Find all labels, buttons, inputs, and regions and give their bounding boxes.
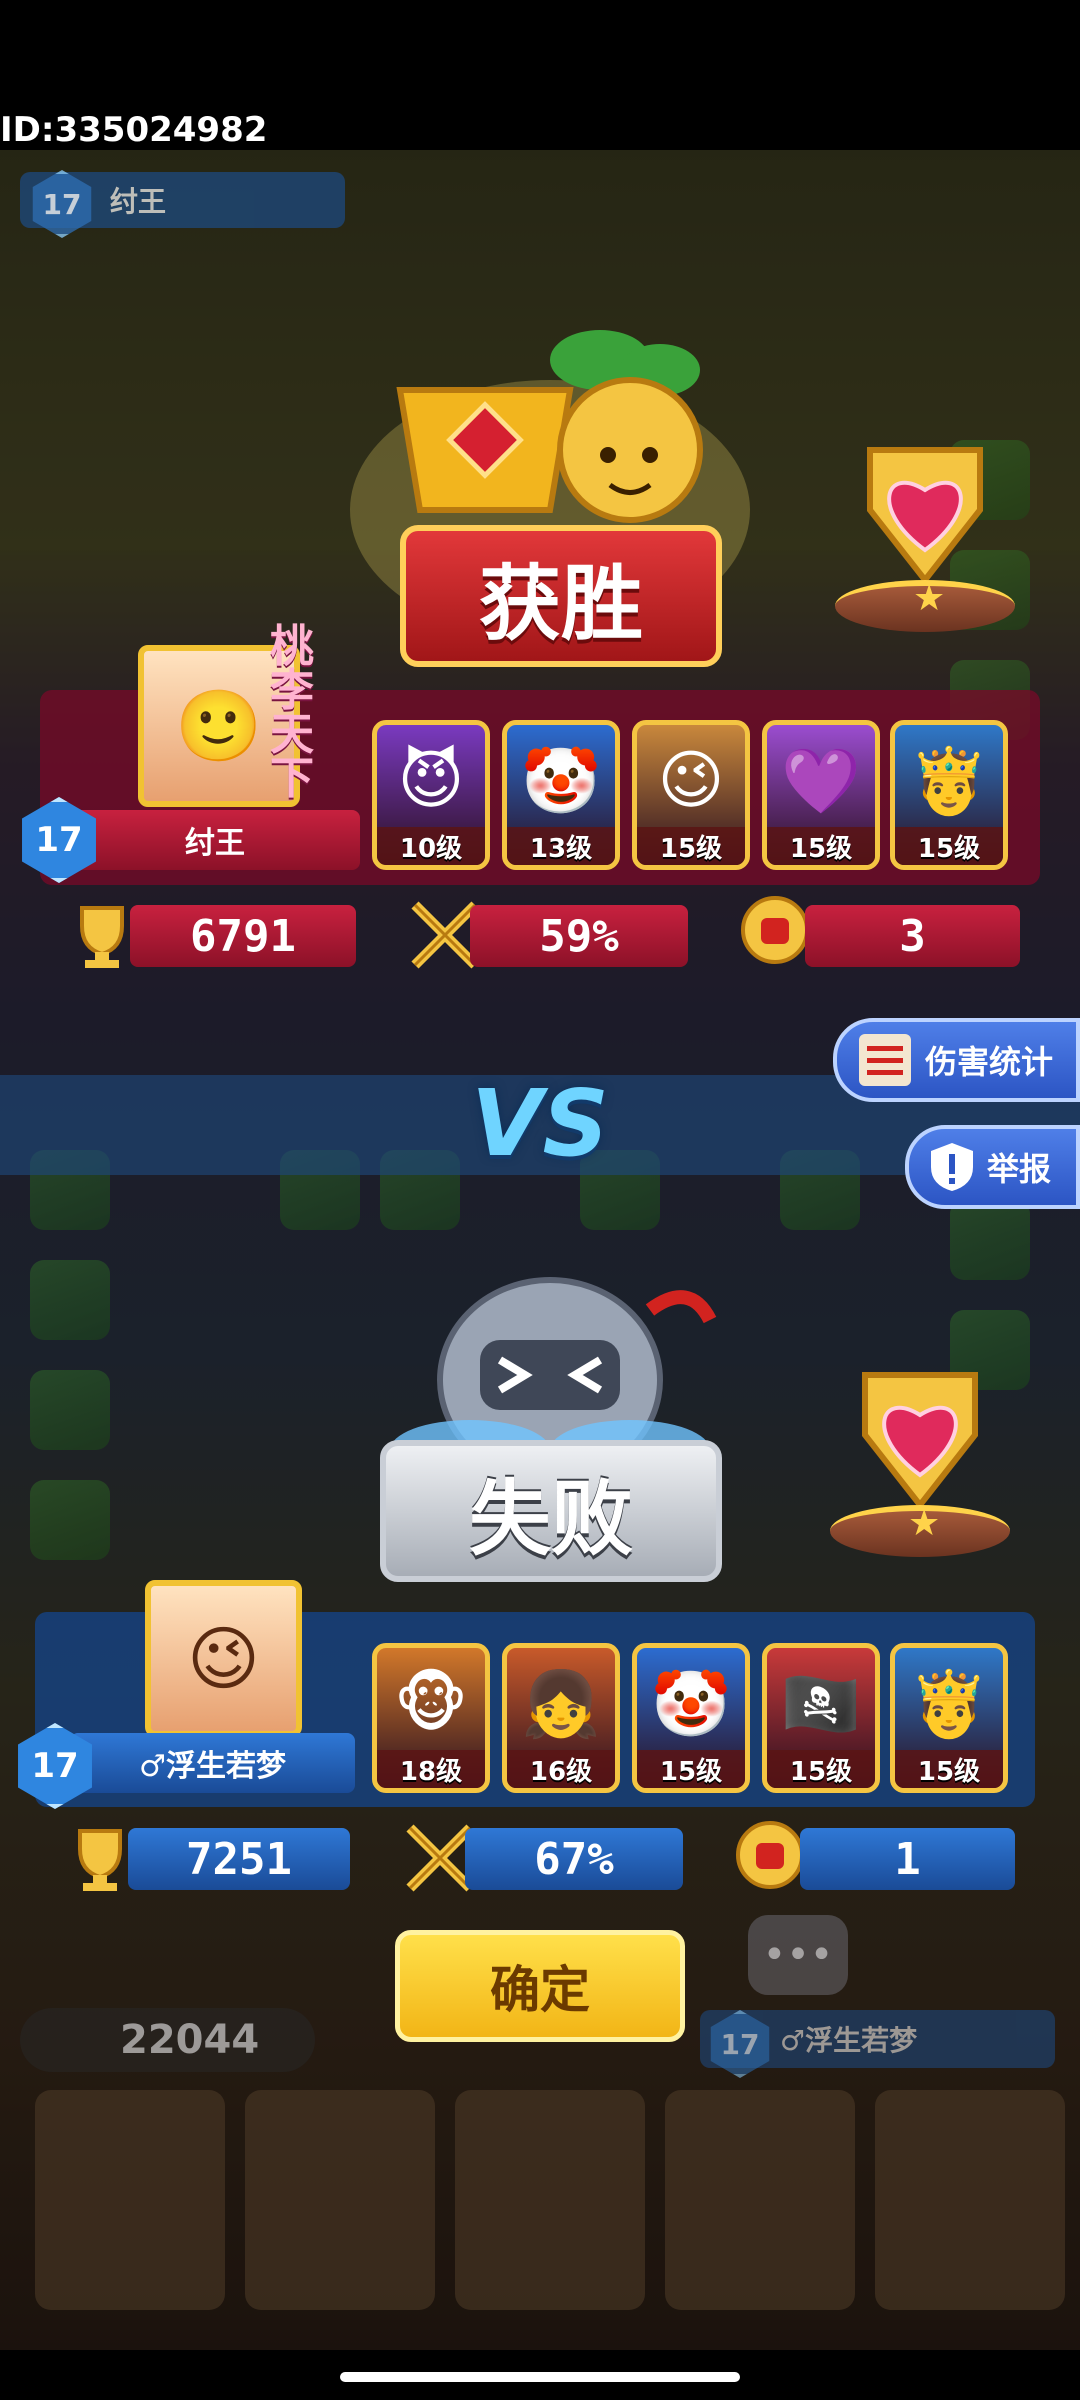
hero-level-label: 15级 [767,1750,875,1788]
hero-portrait: 🐵 [394,1667,468,1741]
mvp-fist-icon [735,890,815,970]
heart-shield-trophy-winner: ★ [835,430,1015,632]
winner-mvp-count: 3 [805,905,1020,967]
hero-portrait: 😉 [657,744,725,818]
hero-card[interactable]: 🤡 15级 [632,1643,750,1793]
winner-trophy-count: 6791 [130,905,356,967]
confirm-button[interactable]: 确定 [395,1930,685,2042]
loser-win-rate: 67% [465,1828,683,1890]
star-icon: ★ [908,1503,941,1544]
hero-card[interactable]: 😈 10级 [372,720,490,870]
background-hero-card [665,2090,855,2310]
report-button[interactable]: 举报 [905,1125,1080,1209]
hero-level-label: 15级 [895,827,1003,865]
hero-level-label: 15级 [637,827,745,865]
hero-level-label: 13级 [507,827,615,865]
winner-win-rate: 59% [470,905,688,967]
hero-portrait: 👧 [521,1667,601,1742]
winner-name-bar: 纣王 [70,810,360,870]
loser-avatar[interactable]: 😉 [145,1580,302,1737]
damage-stats-button[interactable]: 伤害统计 [833,1018,1080,1102]
background-hero-card [35,2090,225,2310]
hero-level-label: 18级 [377,1750,485,1788]
hero-card[interactable]: 🤡 13级 [502,720,620,870]
background-coin-count: 22044 [120,2017,260,2063]
background-hero-card [875,2090,1065,2310]
star-icon: ★ [913,578,946,619]
hero-level-label: 15级 [637,1750,745,1788]
player-id: ID:335024982 [0,110,268,150]
hero-level-label: 16级 [507,1750,615,1788]
result-label-defeat: 失败 [380,1440,722,1582]
hero-level-label: 10级 [377,827,485,865]
hero-card[interactable]: 💜 15级 [762,720,880,870]
result-label-victory: 获胜 [400,525,722,667]
loser-trophy-count: 7251 [128,1828,350,1890]
home-indicator[interactable] [340,2372,740,2382]
hero-card[interactable]: 🤴 15级 [890,1643,1008,1793]
chat-bubble-icon: ••• [748,1915,848,1995]
hero-card[interactable]: 🏴‍☠️ 15级 [762,1643,880,1793]
background-hero-card [245,2090,435,2310]
background-hero-card [455,2090,645,2310]
background-player-name: 纣王 [110,185,167,218]
hero-portrait: 🤡 [651,1667,731,1742]
shield-alert-icon [929,1141,975,1193]
hero-portrait: 🤡 [521,744,601,819]
hero-card[interactable]: 😉 15级 [632,720,750,870]
winner-title-stamp: 桃李天下 [270,621,314,804]
mvp-fist-icon [730,1815,810,1895]
background-coin-bar: 22044 [20,2008,315,2072]
hero-level-label: 15级 [767,827,875,865]
hero-card[interactable]: 👧 16级 [502,1643,620,1793]
heart-shield-icon [867,447,983,580]
stats-list-icon [859,1034,911,1086]
background-footer-player-name: ♂浮生若梦 [780,2024,918,2057]
hero-portrait: 😈 [397,744,465,818]
heart-shield-icon [862,1372,978,1505]
loser-mvp-count: 1 [800,1828,1015,1890]
hero-portrait: 🏴‍☠️ [781,1667,861,1742]
hero-card[interactable]: 🤴 15级 [890,720,1008,870]
hero-card[interactable]: 🐵 18级 [372,1643,490,1793]
hero-portrait: 💜 [781,744,861,819]
loser-name: ♂浮生若梦 [139,1749,286,1784]
hero-portrait: 🤴 [909,1667,989,1742]
heart-shield-trophy-loser: ★ [830,1355,1010,1557]
loser-name-bar: ♂浮生若梦 [70,1733,355,1793]
hero-portrait: 🤴 [909,744,989,819]
hero-level-label: 15级 [895,1750,1003,1788]
winner-name: 纣王 [185,826,245,861]
